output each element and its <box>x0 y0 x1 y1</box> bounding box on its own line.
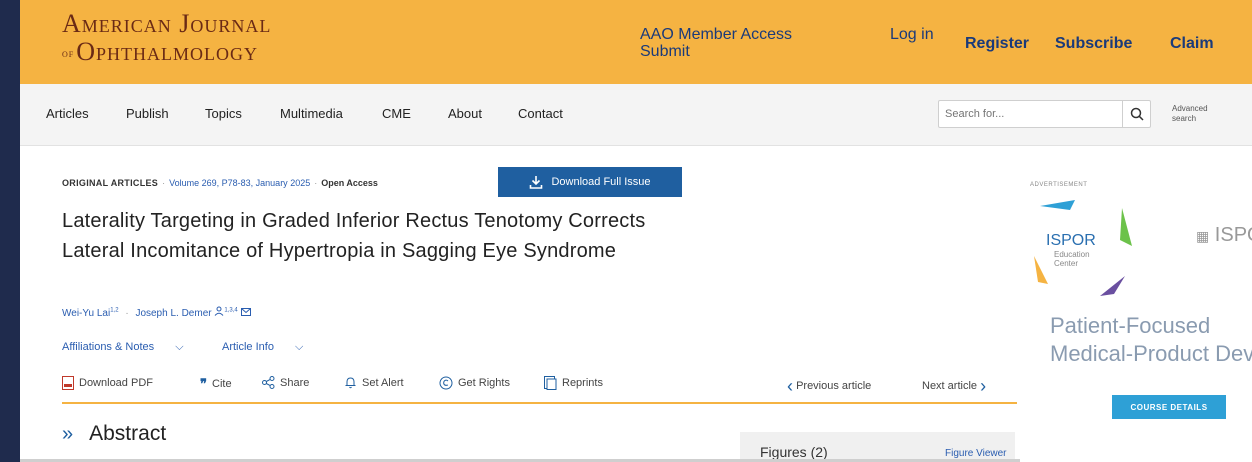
login-link[interactable]: Log in <box>890 26 934 43</box>
nav-about[interactable]: About <box>448 106 482 121</box>
abstract-heading-row: » Abstract <box>62 422 166 446</box>
abstract-heading: Abstract <box>89 422 167 445</box>
meta-separator: · <box>314 178 318 188</box>
ad-logo2-text: ISPOR <box>1214 224 1252 246</box>
bell-icon <box>345 377 356 389</box>
article-meta: ORIGINAL ARTICLES · Volume 269, P78-83, Ja… <box>62 178 378 188</box>
course-details-button[interactable]: COURSE DETAILS <box>1112 395 1226 419</box>
reprints-label: Reprints <box>562 377 603 389</box>
ad-logo-secondary[interactable]: ▦ ISPOR <box>1196 224 1252 247</box>
article-info-label: Article Info <box>221 341 274 353</box>
advertisement-label: ADVERTISEMENT <box>1030 182 1088 188</box>
set-alert-button[interactable]: Set Alert <box>344 376 404 389</box>
quote-icon: ❞ <box>200 376 207 391</box>
ad-logo-sub1: Education <box>1054 250 1090 259</box>
chevron-right-icon: › <box>980 376 987 396</box>
email-icon[interactable] <box>240 308 251 316</box>
advanced-search-link[interactable]: Advanced search <box>1172 104 1222 124</box>
next-article-link[interactable]: Next article › <box>922 376 986 397</box>
journal-logo[interactable]: American Journal ofOphthalmology <box>62 10 271 68</box>
download-icon <box>530 176 543 189</box>
affiliations-notes-toggle[interactable]: Affiliations & Notes ⌵ <box>62 341 202 353</box>
pdf-icon <box>62 376 74 390</box>
nav-articles[interactable]: Articles <box>46 106 89 121</box>
affiliations-label: Affiliations & Notes <box>62 341 155 353</box>
download-pdf-button[interactable]: Download PDF <box>62 376 153 390</box>
person-icon <box>215 306 224 316</box>
aao-member-access-link[interactable]: AAO Member Access Submit <box>640 26 792 60</box>
download-full-issue-button[interactable]: Download Full Issue <box>498 167 682 197</box>
author-affiliation-sup: 1,3,4 <box>224 307 238 314</box>
author-separator: · <box>125 308 129 319</box>
subscribe-link[interactable]: Subscribe <box>1055 35 1132 53</box>
ad-logo-subtext: Education Center <box>1054 250 1090 268</box>
get-rights-button[interactable]: Get Rights <box>439 376 510 390</box>
ad-logo-sub2: Center <box>1054 259 1079 268</box>
top-header: American Journal ofOphthalmology AAO Mem… <box>20 0 1252 84</box>
copyright-icon <box>439 376 453 390</box>
author-affiliation-sup: 1,2 <box>110 307 119 314</box>
open-access-label: Open Access <box>321 178 378 188</box>
reprints-button[interactable]: Reprints <box>544 376 603 390</box>
figures-panel: Figures (2) Figure Viewer <box>740 432 1015 462</box>
article-info-toggle[interactable]: Article Info ⌵ <box>222 341 321 353</box>
figure-viewer-link[interactable]: Figure Viewer <box>945 448 1007 459</box>
submit-label[interactable]: Submit <box>640 43 792 60</box>
register-link[interactable]: Register <box>965 35 1029 53</box>
nav-multimedia[interactable]: Multimedia <box>280 106 343 121</box>
meta-separator: · <box>162 178 166 188</box>
previous-article-link[interactable]: ‹ Previous article <box>787 376 871 397</box>
nav-cme[interactable]: CME <box>382 106 411 121</box>
author-link[interactable]: Joseph L. Demer <box>135 308 211 319</box>
ad-headline[interactable]: Patient-Focused Medical-Product Developm… <box>1050 312 1252 368</box>
nav-publish[interactable]: Publish <box>126 106 169 121</box>
search-button[interactable] <box>1122 101 1150 127</box>
article-info-links: Affiliations & Notes ⌵ Article Info ⌵ <box>62 341 339 354</box>
section-label[interactable]: ORIGINAL ARTICLES <box>62 178 158 188</box>
ispor-mark-icon: ▦ <box>1196 228 1210 244</box>
set-alert-label: Set Alert <box>362 376 404 389</box>
next-article-label: Next article <box>922 380 978 392</box>
ad-headline-line1: Patient-Focused <box>1050 313 1211 338</box>
author-list: Wei-Yu Lai1,2 · Joseph L. Demer 1,3,4 <box>62 306 251 319</box>
share-label: Share <box>280 376 310 389</box>
download-full-issue-label: Download Full Issue <box>551 176 651 188</box>
claim-link[interactable]: Claim <box>1170 35 1214 53</box>
window-left-edge <box>0 0 20 462</box>
previous-article-label: Previous article <box>796 380 872 392</box>
chevron-down-icon: ⌵ <box>175 341 184 353</box>
logo-of: of <box>62 48 75 60</box>
nav-topics[interactable]: Topics <box>205 106 242 121</box>
double-chevron-right-icon[interactable]: » <box>62 423 73 445</box>
main-nav: Articles Publish Topics Multimedia CME A… <box>20 84 1252 146</box>
search-icon <box>1130 107 1144 121</box>
chevron-down-icon: ⌵ <box>295 341 304 353</box>
reprints-icon <box>544 376 557 390</box>
article-title: Laterality Targeting in Graded Inferior … <box>62 210 646 262</box>
author-link[interactable]: Wei-Yu Lai <box>62 308 110 319</box>
volume-link[interactable]: Volume 269, P78-83, January 2025 <box>169 178 310 188</box>
chevron-left-icon: ‹ <box>787 376 793 396</box>
search-input[interactable] <box>939 101 1109 127</box>
aao-access-label[interactable]: AAO Member Access <box>640 26 792 43</box>
share-button[interactable]: Share <box>262 376 309 389</box>
share-icon <box>262 376 275 389</box>
cite-label: Cite <box>212 378 232 390</box>
logo-line1: American Journal <box>62 9 272 38</box>
cite-button[interactable]: ❞ Cite <box>200 376 232 392</box>
search-box <box>938 100 1151 128</box>
ad-headline-line2: Medical-Product Development <box>1050 341 1252 366</box>
figures-label: Figures (2) <box>760 444 828 460</box>
ad-logo-text: ISPOR <box>1046 232 1096 249</box>
nav-contact[interactable]: Contact <box>518 106 563 121</box>
logo-line2: ofOphthalmology <box>62 38 271 68</box>
get-rights-label: Get Rights <box>458 377 510 389</box>
article-toolbar: Download PDF ❞ Cite Share Set Alert Get … <box>62 372 1017 404</box>
download-pdf-label: Download PDF <box>79 377 153 389</box>
logo-line2-text: Ophthalmology <box>76 37 259 66</box>
